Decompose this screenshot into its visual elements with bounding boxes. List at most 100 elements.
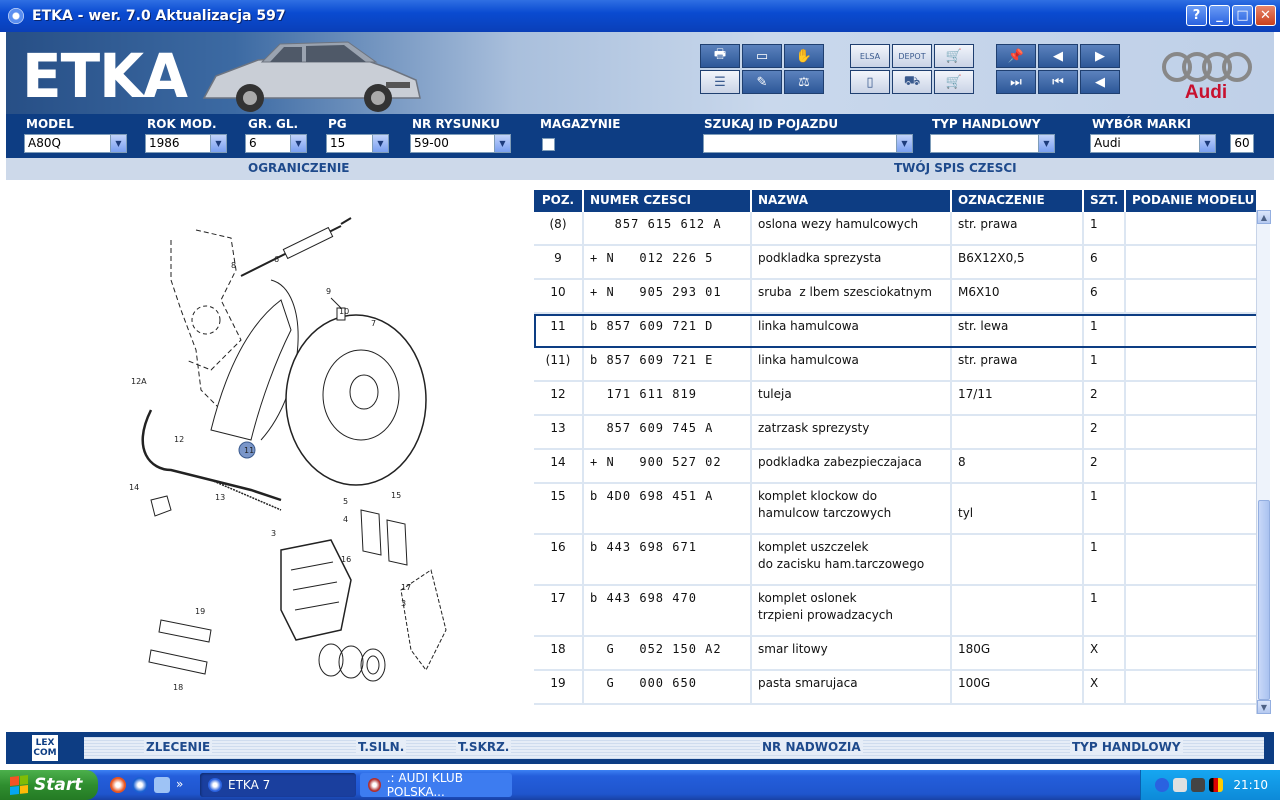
cell-poz: 10 (534, 280, 584, 312)
last-icon[interactable]: ⏭ (996, 70, 1036, 94)
cell-name: podkladka sprezysta (752, 246, 952, 278)
cell-poz: 14 (534, 450, 584, 482)
next-page-icon[interactable]: ▶ (1080, 44, 1120, 68)
back-icon[interactable]: ◀ (1080, 70, 1120, 94)
group-select[interactable]: 6 ▼ (245, 134, 307, 153)
warehouse-checkbox[interactable] (542, 138, 555, 151)
minimize-button[interactable]: _ (1209, 5, 1230, 26)
chevron-down-icon[interactable]: ▼ (896, 135, 912, 152)
devices-icon[interactable]: ▯ (850, 70, 890, 94)
table-row[interactable]: 9 + N 012 226 5 podkladka sprezysta B6X12X0… (534, 246, 1270, 280)
table-row[interactable]: 17 b 443 698 470 komplet oslonek trzpieni … (534, 586, 1270, 637)
elsa-icon[interactable]: ELSA (850, 44, 890, 68)
restriction-tab[interactable]: OGRANICZENIE (248, 161, 350, 175)
table-row[interactable]: 13 857 609 745 Azatrzask sprezysty 2 (534, 416, 1270, 450)
task-browser-label: .: AUDI KLUB POLSKA... (386, 771, 463, 799)
close-button[interactable]: ✕ (1255, 5, 1276, 26)
scroll-thumb[interactable] (1258, 500, 1270, 700)
table-row[interactable]: 10 + N 905 293 01 sruba z lbem szesciokatn… (534, 280, 1270, 314)
engine-type-button[interactable]: T.SILN. (356, 740, 407, 754)
brand-select[interactable]: Audi ▼ (1090, 134, 1216, 153)
col-model[interactable]: PODANIE MODELU (1126, 190, 1256, 212)
col-name[interactable]: NAZWA (752, 190, 952, 212)
depot-icon[interactable]: DEPOT (892, 44, 932, 68)
table-row[interactable]: 14 + N 900 527 02 podkladka zabezpieczajac… (534, 450, 1270, 484)
help-button[interactable]: ? (1186, 5, 1207, 26)
parts-drawing[interactable]: 68 9107 12A1112 14133 5415 16173 191816 (111, 210, 461, 690)
table-scrollbar[interactable]: ▲ ▼ (1256, 210, 1271, 714)
printer-icon[interactable]: 🖶 (700, 44, 740, 68)
parts-list-tab[interactable]: TWÓJ SPIS CZESCI (894, 161, 1017, 175)
maximize-button[interactable]: □ (1232, 5, 1253, 26)
tray-arrow-icon[interactable] (1155, 778, 1170, 792)
window-icon[interactable]: ▭ (742, 44, 782, 68)
chevron-down-icon[interactable]: ▼ (290, 135, 306, 152)
shopping-cart-icon[interactable]: 🛒 (934, 70, 974, 94)
quick-launch: » (110, 777, 196, 793)
pin-icon[interactable]: 📌 (996, 44, 1036, 68)
svg-text:6: 6 (274, 255, 279, 264)
chevron-down-icon[interactable]: ▼ (1038, 135, 1054, 152)
chevron-down-icon[interactable]: ▼ (494, 135, 510, 152)
task-browser[interactable]: .: AUDI KLUB POLSKA... (360, 771, 512, 799)
vehicle-id-select[interactable]: ▼ (703, 134, 913, 153)
year-select[interactable]: 1986 ▼ (145, 134, 227, 153)
table-row[interactable]: 19 G 000 650 pasta smarujaca 100G X (534, 671, 1270, 705)
cell-model (1126, 535, 1256, 584)
col-poz[interactable]: POZ. (534, 190, 584, 212)
start-label: Start (34, 775, 83, 795)
count-field: 60 (1230, 134, 1254, 153)
chevron-down-icon[interactable]: ▼ (1199, 135, 1215, 152)
trade-type-select[interactable]: ▼ (930, 134, 1055, 153)
start-button[interactable]: Start (0, 770, 98, 800)
body-number-button[interactable]: NR NADWOZIA (760, 740, 863, 754)
table-row[interactable]: 16 b 443 698 671 komplet uszczelek do zaci… (534, 535, 1270, 586)
table-row[interactable]: (8) 857 615 612 Aoslona wezy hamulcowych… (534, 212, 1270, 246)
pg-select[interactable]: 15 ▼ (326, 134, 389, 153)
scale-icon[interactable]: ⚖ (784, 70, 824, 94)
pencil-icon[interactable]: ✎ (742, 70, 782, 94)
prev-page-icon[interactable]: ◀ (1038, 44, 1078, 68)
table-row[interactable]: 11 b 857 609 721 Dlinka hamulcowa str. lew… (534, 314, 1270, 348)
cell-poz: 12 (534, 382, 584, 414)
scroll-down-icon[interactable]: ▼ (1257, 700, 1271, 714)
cell-name: zatrzask sprezysty (752, 416, 952, 448)
chevron-down-icon[interactable]: ▼ (372, 135, 388, 152)
quick-launch-chevron-icon[interactable]: » (176, 777, 183, 793)
windows-logo-icon (10, 775, 28, 795)
tray-volume-icon[interactable] (1191, 778, 1206, 792)
browser-icon[interactable] (110, 777, 126, 793)
drawing-select[interactable]: 59-00 ▼ (410, 134, 511, 153)
gearbox-type-button[interactable]: T.SKRZ. (456, 740, 512, 754)
chevron-down-icon[interactable]: ▼ (210, 135, 226, 152)
media-icon[interactable] (132, 777, 148, 793)
model-select[interactable]: A80Q ▼ (24, 134, 127, 153)
table-row[interactable]: 15 b 4D0 698 451 Akomplet klockow do hamu… (534, 484, 1270, 535)
cell-model (1126, 348, 1256, 380)
table-row[interactable]: 18 G 052 150 A2 smar litowy 180G X (534, 637, 1270, 671)
trade-type-button[interactable]: TYP HANDLOWY (1070, 740, 1183, 754)
scroll-up-icon[interactable]: ▲ (1257, 210, 1271, 224)
order-button[interactable]: ZLECENIE (144, 740, 213, 754)
cell-name: komplet oslonek trzpieni prowadzacych (752, 586, 952, 635)
cell-part-number: b 443 698 671 (584, 535, 752, 584)
cell-part-number: 857 609 745 A (584, 416, 752, 448)
col-designation[interactable]: OZNACZENIE (952, 190, 1084, 212)
handshake-icon[interactable]: ✋ (784, 44, 824, 68)
first-icon[interactable]: ⏮ (1038, 70, 1078, 94)
audi-brand-text: Audi (1184, 82, 1228, 103)
truck-icon[interactable]: ⛟ (892, 70, 932, 94)
task-etka[interactable]: ETKA 7 (200, 773, 356, 797)
tray-network-icon[interactable] (1173, 778, 1188, 792)
col-part-number[interactable]: NUMER CZESCI (584, 190, 752, 212)
cart-icon[interactable]: 🛒 (934, 44, 974, 68)
col-qty[interactable]: SZT. (1084, 190, 1126, 212)
table-row[interactable]: 12 171 611 819 tuleja 17/11 2 (534, 382, 1270, 416)
table-row[interactable]: (11) b 857 609 721 Elinka hamulcowa str. p… (534, 348, 1270, 382)
tray-language-icon[interactable] (1209, 778, 1224, 792)
svg-text:10: 10 (339, 307, 349, 316)
desktop-icon[interactable] (154, 777, 170, 793)
list-icon[interactable]: ☰ (700, 70, 740, 94)
chevron-down-icon[interactable]: ▼ (110, 135, 126, 152)
title-bar: ETKA - wer. 7.0 Aktualizacja 597 ? _ □ ✕ (0, 0, 1280, 32)
